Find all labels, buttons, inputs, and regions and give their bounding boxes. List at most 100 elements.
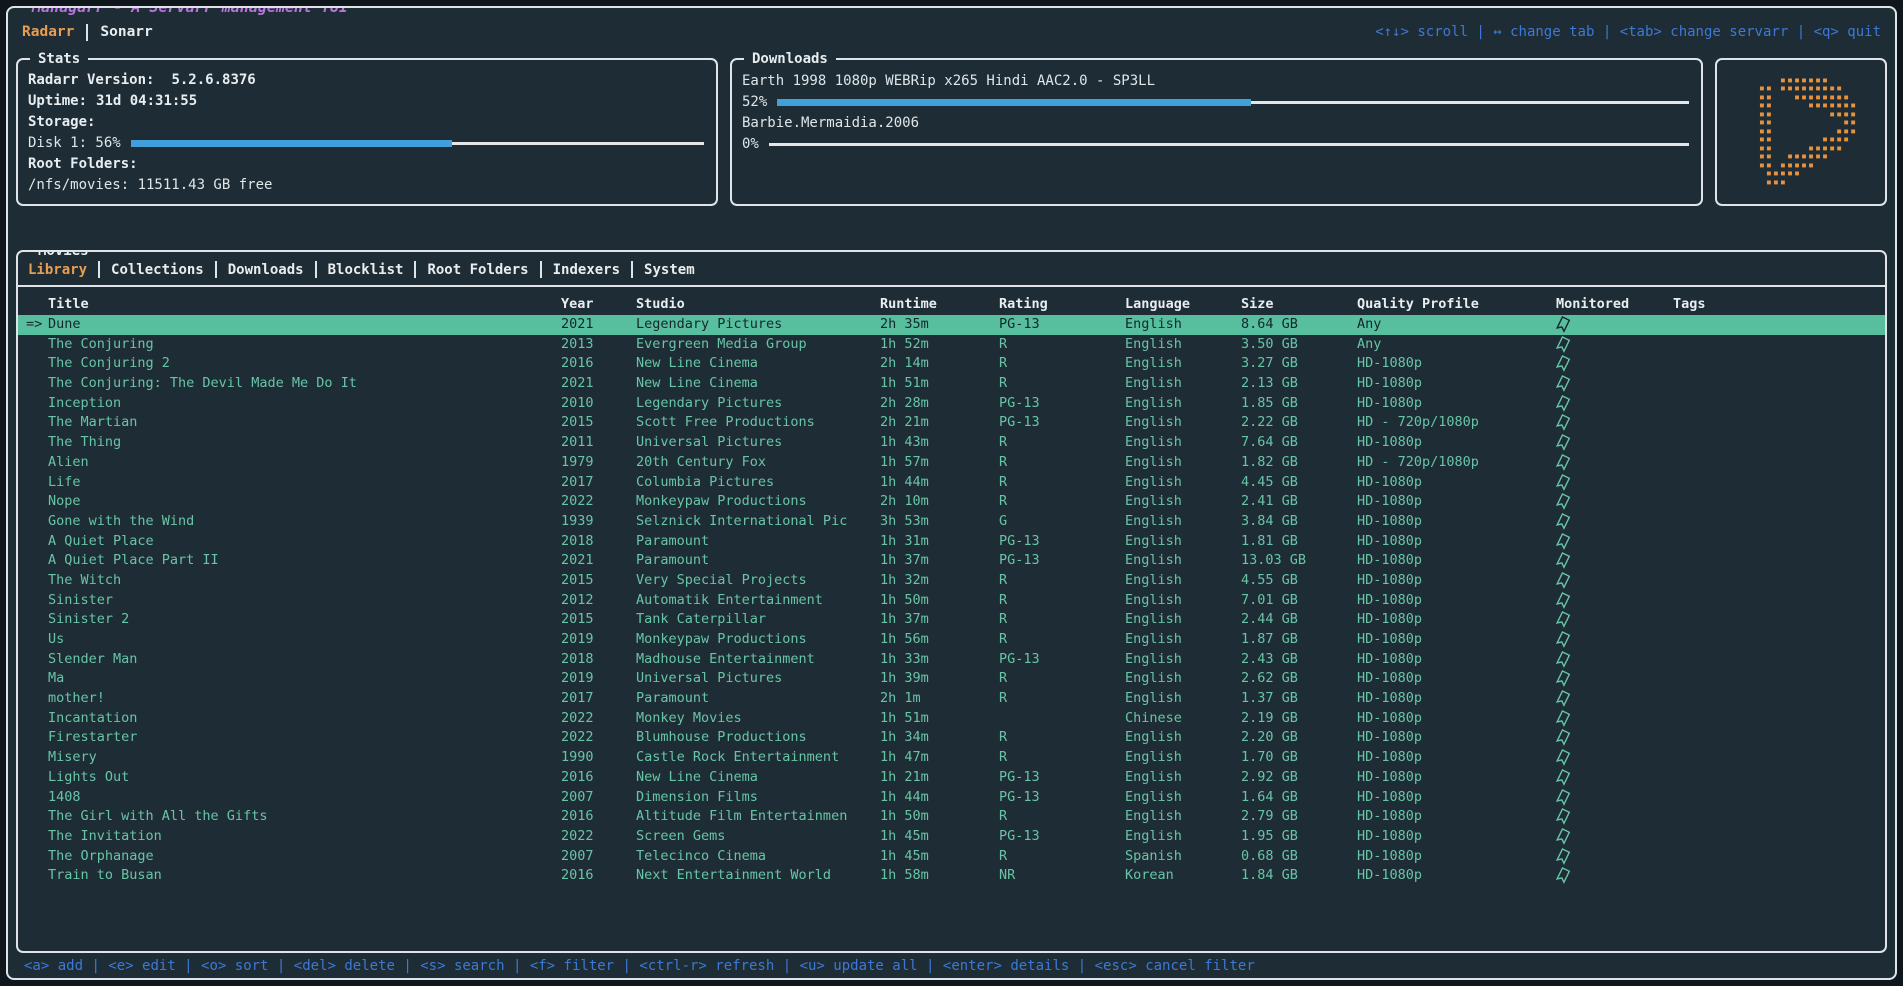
movies-tab-library[interactable]: Library: [28, 262, 87, 278]
table-row[interactable]: Inception2010Legendary Pictures2h 28mPG-…: [18, 394, 1885, 414]
cell-marker: [18, 847, 48, 867]
column-header-title: Title: [48, 296, 561, 312]
cell-title: Alien: [48, 453, 561, 473]
cell-size: 3.50 GB: [1241, 335, 1357, 355]
cell-title: The Invitation: [48, 827, 561, 847]
cell-rating: R: [999, 354, 1125, 374]
movies-tab-root-folders[interactable]: Root Folders: [427, 262, 528, 278]
cell-monitored: [1556, 748, 1673, 768]
table-row[interactable]: Lights Out2016New Line Cinema1h 21mPG-13…: [18, 768, 1885, 788]
bookmark-icon: [1556, 413, 1572, 432]
bookmark-icon: [1556, 473, 1572, 492]
movies-tab-blocklist[interactable]: Blocklist: [328, 262, 404, 278]
cell-quality-profile: Any: [1357, 335, 1556, 355]
cell-size: 1.37 GB: [1241, 689, 1357, 709]
cell-runtime: 1h 58m: [880, 866, 999, 886]
cell-quality-profile: HD-1080p: [1357, 374, 1556, 394]
cell-year: 2016: [561, 354, 636, 374]
cell-monitored: [1556, 591, 1673, 611]
cell-runtime: 1h 32m: [880, 571, 999, 591]
cell-year: 2021: [561, 315, 636, 335]
cell-monitored: [1556, 374, 1673, 394]
cell-language: English: [1125, 473, 1241, 493]
cell-runtime: 1h 37m: [880, 610, 999, 630]
table-row[interactable]: The Orphanage2007Telecinco Cinema1h 45mR…: [18, 847, 1885, 867]
table-row[interactable]: The Conjuring: The Devil Made Me Do It20…: [18, 374, 1885, 394]
servarr-tab-sonarr[interactable]: Sonarr: [100, 24, 152, 40]
cell-rating: PG-13: [999, 768, 1125, 788]
cell-year: 2007: [561, 847, 636, 867]
table-row[interactable]: Life2017Columbia Pictures1h 44mREnglish4…: [18, 473, 1885, 493]
table-row[interactable]: mother!2017Paramount2h 1mREnglish1.37 GB…: [18, 689, 1885, 709]
cell-title: The Orphanage: [48, 847, 561, 867]
cell-studio: New Line Cinema: [636, 354, 880, 374]
table-row[interactable]: Ma2019Universal Pictures1h 39mREnglish2.…: [18, 669, 1885, 689]
cell-tags: [1673, 394, 1885, 414]
cell-rating: NR: [999, 866, 1125, 886]
top-help-item-scroll: <↑↓> scroll: [1375, 24, 1468, 40]
help-item-add: <a> add: [24, 958, 83, 974]
table-row[interactable]: The Invitation2022Screen Gems1h 45mPG-13…: [18, 827, 1885, 847]
movies-tabbar: Library Collections Downloads Blocklist Root…: [18, 252, 1885, 285]
bookmark-icon: [1556, 453, 1572, 472]
table-row[interactable]: Misery1990Castle Rock Entertainment1h 47…: [18, 748, 1885, 768]
cell-tags: [1673, 571, 1885, 591]
table-row[interactable]: =>Dune2021Legendary Pictures2h 35mPG-13E…: [18, 315, 1885, 335]
cell-marker: [18, 709, 48, 729]
cell-runtime: 2h 35m: [880, 315, 999, 335]
bookmark-icon: [1556, 433, 1572, 452]
cell-rating: R: [999, 591, 1125, 611]
cell-tags: [1673, 827, 1885, 847]
table-row[interactable]: Slender Man2018Madhouse Entertainment1h …: [18, 650, 1885, 670]
cell-runtime: 3h 53m: [880, 512, 999, 532]
top-help-item-separator: |: [1788, 24, 1813, 40]
table-row[interactable]: The Conjuring2013Evergreen Media Group1h…: [18, 335, 1885, 355]
table-row[interactable]: The Conjuring 22016New Line Cinema2h 14m…: [18, 354, 1885, 374]
table-row[interactable]: Sinister 22015Tank Caterpillar1h 37mREng…: [18, 610, 1885, 630]
cell-size: 2.44 GB: [1241, 610, 1357, 630]
table-row[interactable]: Incantation2022Monkey Movies1h 51mChines…: [18, 709, 1885, 729]
movies-tab-indexers[interactable]: Indexers: [553, 262, 620, 278]
table-row[interactable]: A Quiet Place2018Paramount1h 31mPG-13Eng…: [18, 532, 1885, 552]
table-row[interactable]: Us2019Monkeypaw Productions1h 56mREnglis…: [18, 630, 1885, 650]
cell-studio: Dimension Films: [636, 788, 880, 808]
top-help-bar: <↑↓> scroll | ↔ change tab | <tab> chang…: [1375, 24, 1881, 40]
movies-tab-collections[interactable]: Collections: [111, 262, 204, 278]
cell-rating: PG-13: [999, 394, 1125, 414]
root-folder-value: /nfs/movies: 11511.43 GB free: [28, 175, 272, 196]
servarr-tab-radarr[interactable]: Radarr: [22, 24, 74, 40]
table-row[interactable]: 14082007Dimension Films1h 44mPG-13Englis…: [18, 788, 1885, 808]
app-title: Managarr - A Servarr management TUI: [24, 6, 356, 18]
cell-rating: PG-13: [999, 532, 1125, 552]
cell-monitored: [1556, 571, 1673, 591]
bookmark-icon: [1556, 610, 1572, 629]
movies-tab-system[interactable]: System: [644, 262, 695, 278]
table-row[interactable]: Train to Busan2016Next Entertainment Wor…: [18, 866, 1885, 886]
table-row[interactable]: The Girl with All the Gifts2016Altitude …: [18, 807, 1885, 827]
cell-year: 2021: [561, 551, 636, 571]
cell-tags: [1673, 807, 1885, 827]
table-row[interactable]: Firestarter2022Blumhouse Productions1h 3…: [18, 728, 1885, 748]
table-row[interactable]: Gone with the Wind1939Selznick Internati…: [18, 512, 1885, 532]
movies-tab-downloads[interactable]: Downloads: [228, 262, 304, 278]
column-header-runtime: Runtime: [880, 296, 999, 312]
cell-marker: [18, 433, 48, 453]
cell-language: English: [1125, 728, 1241, 748]
cell-rating: PG-13: [999, 413, 1125, 433]
table-row[interactable]: A Quiet Place Part II2021Paramount1h 37m…: [18, 551, 1885, 571]
cell-tags: [1673, 335, 1885, 355]
table-row[interactable]: Nope2022Monkeypaw Productions2h 10mREngl…: [18, 492, 1885, 512]
table-row[interactable]: The Witch2015Very Special Projects1h 32m…: [18, 571, 1885, 591]
cell-size: 2.62 GB: [1241, 669, 1357, 689]
cell-title: Ma: [48, 669, 561, 689]
table-row[interactable]: The Martian2015Scott Free Productions2h …: [18, 413, 1885, 433]
cell-title: Sinister: [48, 591, 561, 611]
cell-monitored: [1556, 827, 1673, 847]
table-row[interactable]: Alien197920th Century Fox1h 57mREnglish1…: [18, 453, 1885, 473]
cell-marker: [18, 630, 48, 650]
bookmark-icon: [1556, 807, 1572, 826]
cell-marker: [18, 492, 48, 512]
table-row[interactable]: The Thing2011Universal Pictures1h 43mREn…: [18, 433, 1885, 453]
cell-quality-profile: HD-1080p: [1357, 709, 1556, 729]
table-row[interactable]: Sinister2012Automatik Entertainment1h 50…: [18, 591, 1885, 611]
